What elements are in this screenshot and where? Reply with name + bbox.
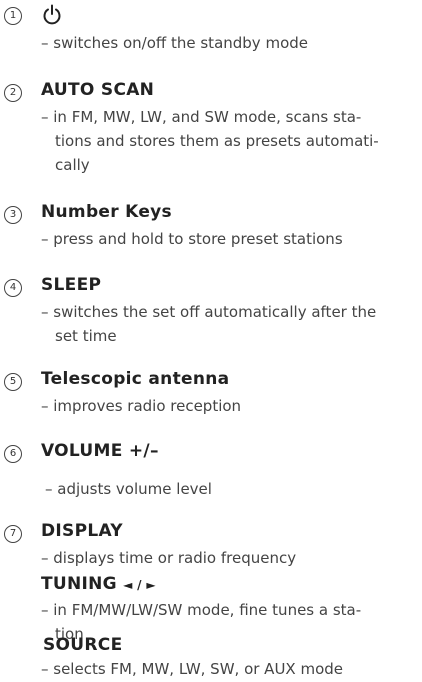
item-title: DISPLAY [41, 521, 123, 541]
item-description: – adjusts volume level [45, 480, 212, 498]
item-number: 7 [4, 525, 22, 543]
item-title: Telescopic antenna [41, 369, 230, 389]
item-number: 3 [4, 206, 22, 224]
item-title: SOURCE [43, 635, 123, 655]
item-description: – switches the set off automatically aft… [41, 303, 377, 345]
item-number: 4 [4, 279, 22, 297]
item-description: – displays time or radio frequency [41, 549, 297, 567]
item-number: 2 [4, 84, 22, 102]
item-description: – in FM, MW, LW, and SW mode, scans sta-… [41, 108, 379, 174]
item-title: TUNING ◄ / ► [41, 574, 156, 594]
item-description: – selects FM, MW, LW, SW, or AUX mode [41, 660, 344, 678]
item-title: SLEEP [41, 275, 102, 295]
item-title: Number Keys [41, 202, 172, 222]
power-icon [43, 4, 61, 25]
item-title: AUTO SCAN [41, 80, 155, 100]
item-number: 1 [4, 7, 22, 25]
item-title: VOLUME +/– [41, 441, 159, 461]
item-number: 5 [4, 373, 22, 391]
item-number: 6 [4, 445, 22, 463]
item-description: – improves radio reception [41, 397, 242, 415]
item-description: – press and hold to store preset station… [41, 230, 343, 248]
arrow-left-right-icon: ◄ / ► [123, 578, 156, 592]
item-description: – switches on/off the standby mode [41, 34, 308, 52]
